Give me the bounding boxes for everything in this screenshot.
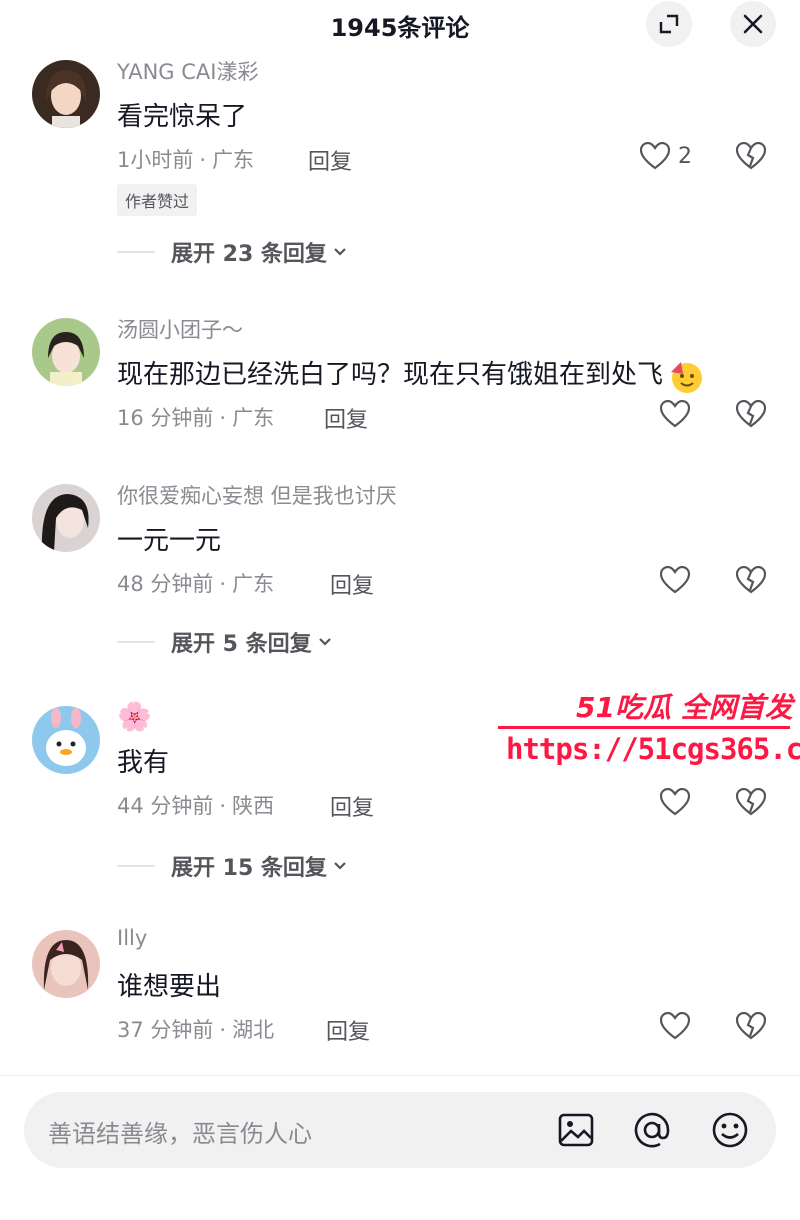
expand-replies-label: 展开 23 条回复 [171,242,327,267]
comment-location: 广东 [232,406,275,430]
avatar[interactable] [32,930,100,998]
reply-button[interactable]: 回复 [330,568,374,600]
broken-heart-icon [735,787,767,816]
username[interactable]: 🌸 [117,700,152,733]
like-count: 2 [678,143,692,169]
comment-text: 一元一元 [117,526,222,556]
heart-icon [660,566,690,594]
comment-text: 我有 [117,748,170,778]
dislike-button[interactable] [735,399,767,432]
username[interactable]: Illy [117,926,147,950]
divider [117,865,155,867]
dislike-button[interactable] [735,1011,767,1044]
expand-replies-button[interactable]: 展开 15 条回复 [117,850,347,882]
comment-meta: 16 分钟前 · 广东 [117,406,275,430]
expand-replies-button[interactable]: 展开 5 条回复 [117,626,332,658]
reply-button[interactable]: 回复 [324,402,368,434]
comment-time: 48 分钟前 [117,572,214,596]
comment-meta: 37 分钟前 · 湖北 [117,1018,275,1042]
watermark-url: https://51cgs365.com [506,732,800,766]
broken-heart-icon [735,565,767,594]
comment-text: 看完惊呆了 [117,102,248,132]
divider [0,1075,800,1076]
expand-replies-label: 展开 15 条回复 [171,856,327,881]
comment-location: 陕西 [232,794,275,818]
avatar[interactable] [32,706,100,774]
comment-location: 湖北 [232,1018,275,1042]
like-button[interactable] [660,788,690,816]
dislike-button[interactable] [735,141,767,174]
comment-time: 1小时前 [117,148,194,172]
header: 1945条评论 [0,0,800,50]
chevron-down-icon [318,638,331,646]
avatar[interactable] [32,60,100,128]
like-button[interactable] [660,400,690,428]
at-icon[interactable] [632,1110,672,1150]
reply-button[interactable]: 回复 [330,790,374,822]
party-face-icon [671,361,703,393]
comment-text: 现在那边已经洗白了吗？现在只有饿姐在到处飞 [117,354,703,394]
broken-heart-icon [735,399,767,428]
emoji-icon[interactable] [710,1110,750,1150]
comment-time: 16 分钟前 [117,406,214,430]
chevron-down-icon [334,248,346,256]
like-button[interactable] [660,1012,690,1040]
username[interactable]: YANG CAI漾彩 [117,56,258,86]
author-liked-badge: 作者赞过 [117,184,198,216]
chevron-down-icon [334,862,346,870]
comment-time: 44 分钟前 [117,794,214,818]
heart-icon [660,788,690,816]
heart-icon [660,1012,690,1040]
broken-heart-icon [735,141,767,170]
comment-meta: 1小时前 · 广东 [117,148,255,172]
watermark-title: 51吃瓜 全网首发 [576,691,793,724]
close-button[interactable] [730,1,776,47]
expand-button[interactable] [646,1,692,47]
comment-meta: 48 分钟前 · 广东 [117,572,275,596]
comment-location: 广东 [232,572,275,596]
reply-button[interactable]: 回复 [308,144,352,176]
image-icon[interactable] [556,1110,596,1150]
comment-time: 37 分钟前 [117,1018,214,1042]
broken-heart-icon [735,1011,767,1040]
username[interactable]: 汤圆小团子～ [117,314,243,344]
heart-icon [640,142,670,170]
comment-text: 谁想要出 [117,972,222,1002]
dislike-button[interactable] [735,787,767,820]
like-button[interactable]: 2 [640,142,692,170]
watermark: 51吃瓜 全网首发 https://51cgs365.com [498,686,800,776]
expand-replies-label: 展开 5 条回复 [171,632,312,657]
close-icon [743,14,763,34]
dislike-button[interactable] [735,565,767,598]
expand-replies-button[interactable]: 展开 23 条回复 [117,236,347,268]
comment-input-bar[interactable]: 善语结善缘，恶言伤人心 [24,1092,776,1168]
comment-meta: 44 分钟前 · 陕西 [117,794,275,818]
watermark-line [498,726,790,729]
avatar[interactable] [32,484,100,552]
avatar[interactable] [32,318,100,386]
like-button[interactable] [660,566,690,594]
expand-icon [659,14,679,34]
comment-location: 广东 [212,148,255,172]
heart-icon [660,400,690,428]
username[interactable]: 你很爱痴心妄想 但是我也讨厌 [117,480,397,510]
comment-input[interactable]: 善语结善缘，恶言伤人心 [48,1114,312,1149]
divider [117,251,155,253]
reply-button[interactable]: 回复 [326,1014,370,1046]
divider [117,641,155,643]
